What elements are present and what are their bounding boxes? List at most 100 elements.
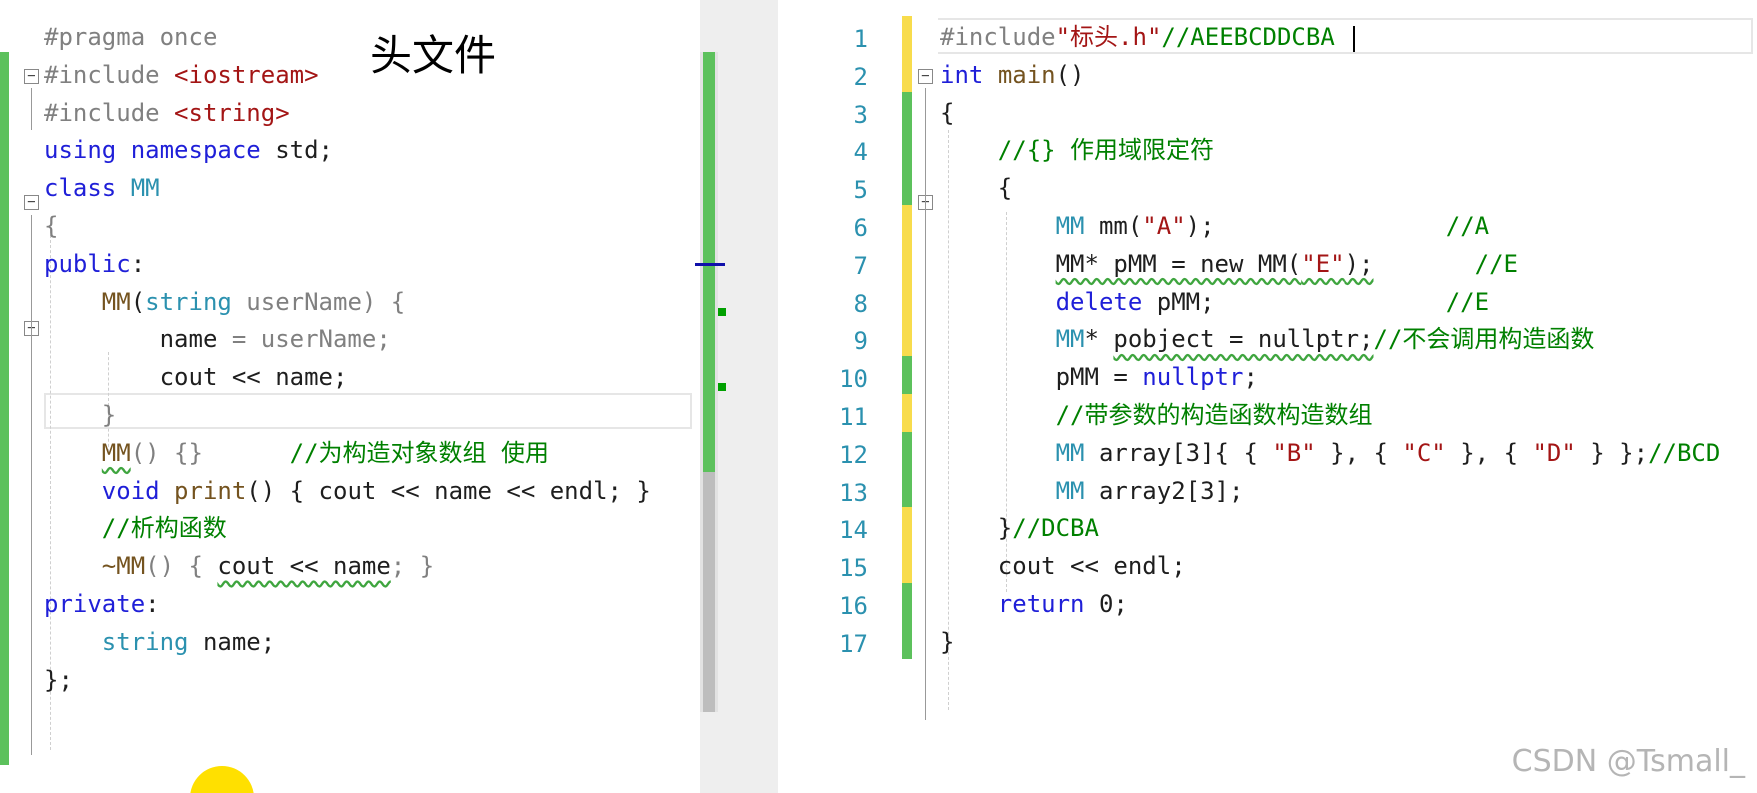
line-number: 13	[839, 478, 868, 507]
code-token: name	[159, 325, 218, 354]
change-tracking-bar	[0, 52, 9, 765]
source-file-editor[interactable]: 1 2 3 4 5 6 7 8 9 10 11 12 13 14 15 16 17 − − #include"标…	[778, 0, 1757, 793]
code-line[interactable]: };	[44, 659, 73, 701]
code-token: "C"	[1402, 438, 1446, 467]
code-token: print	[174, 476, 247, 505]
code-line[interactable]: MM array[3]{ { "B" }, { "C" }, { "D" } }…	[940, 432, 1721, 474]
line-number: 4	[853, 138, 868, 167]
code-line[interactable]: void print() { cout << name << endl; }	[44, 470, 651, 512]
line-number: 15	[839, 554, 868, 583]
code-token: ;	[1243, 363, 1258, 392]
code-token: :	[145, 590, 160, 618]
code-token: :	[130, 249, 146, 278]
code-token: ; }	[390, 552, 435, 581]
code-line[interactable]: {	[940, 167, 1012, 209]
code-token: MM	[1055, 438, 1085, 467]
change-marker	[902, 16, 912, 54]
code-line[interactable]: //{} 作用域限定符	[940, 129, 1214, 171]
code-line[interactable]: MM mm("A"); //A	[940, 205, 1490, 247]
code-line[interactable]: }	[44, 394, 116, 436]
line-number: 10	[839, 365, 868, 394]
code-line[interactable]: //带参数的构造函数构造数组	[940, 394, 1373, 436]
code-line[interactable]: string name;	[44, 621, 275, 663]
code-token: MM	[101, 438, 131, 467]
code-line[interactable]: name = userName;	[44, 318, 391, 360]
code-token: return	[997, 590, 1085, 618]
text-caret	[1353, 26, 1355, 52]
code-token: std;	[260, 136, 333, 165]
code-token: cout << name	[217, 552, 391, 581]
code-line[interactable]: MM* pMM = new MM("E"); //E	[940, 243, 1518, 285]
line-number: 8	[853, 289, 868, 318]
code-line[interactable]: #pragma once	[44, 16, 217, 58]
code-token: //不会调用构造函数	[1373, 325, 1595, 354]
code-line[interactable]: }	[940, 621, 954, 663]
code-line[interactable]: ~MM() { cout << name; }	[44, 545, 434, 587]
change-marker	[902, 318, 912, 357]
code-line[interactable]: using namespace std;	[44, 129, 333, 171]
code-line[interactable]: #include <string>	[44, 92, 290, 134]
line-number: 17	[839, 629, 868, 658]
line-number: 6	[853, 214, 868, 242]
code-line[interactable]: private:	[44, 583, 160, 625]
code-token: () { cout << name << endl; }	[246, 476, 651, 505]
code-line[interactable]: #include <iostream>	[44, 54, 319, 96]
code-line[interactable]: //析构函数	[44, 507, 227, 549]
code-line[interactable]: int main()	[940, 54, 1085, 96]
fold-toggle-include[interactable]: −	[24, 69, 39, 84]
code-token: pMM;	[1142, 287, 1215, 316]
code-line[interactable]: cout << endl;	[940, 545, 1186, 587]
code-token: mm(	[1084, 212, 1143, 240]
code-token: class	[44, 174, 117, 203]
left-vertical-scrollbar[interactable]	[700, 52, 718, 712]
code-token: pobject = nullptr;	[1113, 325, 1374, 354]
scrollbar-track[interactable]	[703, 472, 715, 712]
code-line[interactable]: public:	[44, 243, 145, 285]
fold-line-class	[31, 215, 32, 755]
code-line[interactable]: {	[44, 205, 58, 247]
change-marker	[902, 356, 912, 395]
code-token: <iostream>	[174, 60, 319, 89]
fold-toggle-main[interactable]: −	[918, 69, 933, 84]
code-token: "E"	[1301, 249, 1345, 278]
fold-toggle-class[interactable]: −	[24, 195, 39, 210]
code-line[interactable]: return 0;	[940, 583, 1128, 625]
code-token: delete	[1055, 287, 1143, 316]
change-marker	[902, 129, 912, 168]
code-token: //带参数的构造函数构造数组	[1055, 401, 1373, 429]
code-line[interactable]: MM array2[3];	[940, 470, 1244, 512]
code-line[interactable]: {	[940, 92, 954, 134]
scroll-position-marker	[695, 263, 725, 266]
header-file-editor[interactable]: − − − #pragma once #include <iostream> #in…	[0, 0, 700, 793]
code-line[interactable]: cout << name;	[44, 356, 348, 398]
change-marker	[902, 280, 912, 319]
code-line[interactable]: pMM = nullptr;	[940, 356, 1258, 398]
code-line[interactable]: }//DCBA	[940, 507, 1099, 549]
code-token: "A"	[1142, 212, 1186, 240]
code-token: MM	[101, 287, 131, 316]
code-line[interactable]: class MM	[44, 167, 160, 209]
code-token: using	[44, 136, 117, 165]
scrollbar-thumb[interactable]	[703, 52, 715, 472]
code-token: void	[101, 476, 160, 505]
code-token: //A	[1445, 212, 1490, 240]
code-line[interactable]: MM* pobject = nullptr;//不会调用构造函数	[940, 318, 1595, 360]
code-token: MM	[130, 174, 160, 203]
code-line[interactable]: MM(string userName) {	[44, 281, 405, 323]
code-line[interactable]: #include"标头.h"//AEEBCDDCBA	[940, 16, 1335, 58]
code-line[interactable]: delete pMM; //E	[940, 281, 1490, 323]
change-marker	[902, 91, 912, 130]
change-marker	[902, 167, 912, 206]
code-token: 0;	[1084, 590, 1128, 618]
code-token: MM	[1055, 325, 1085, 354]
code-line[interactable]: MM() {} //为构造对象数组 使用	[44, 432, 549, 474]
